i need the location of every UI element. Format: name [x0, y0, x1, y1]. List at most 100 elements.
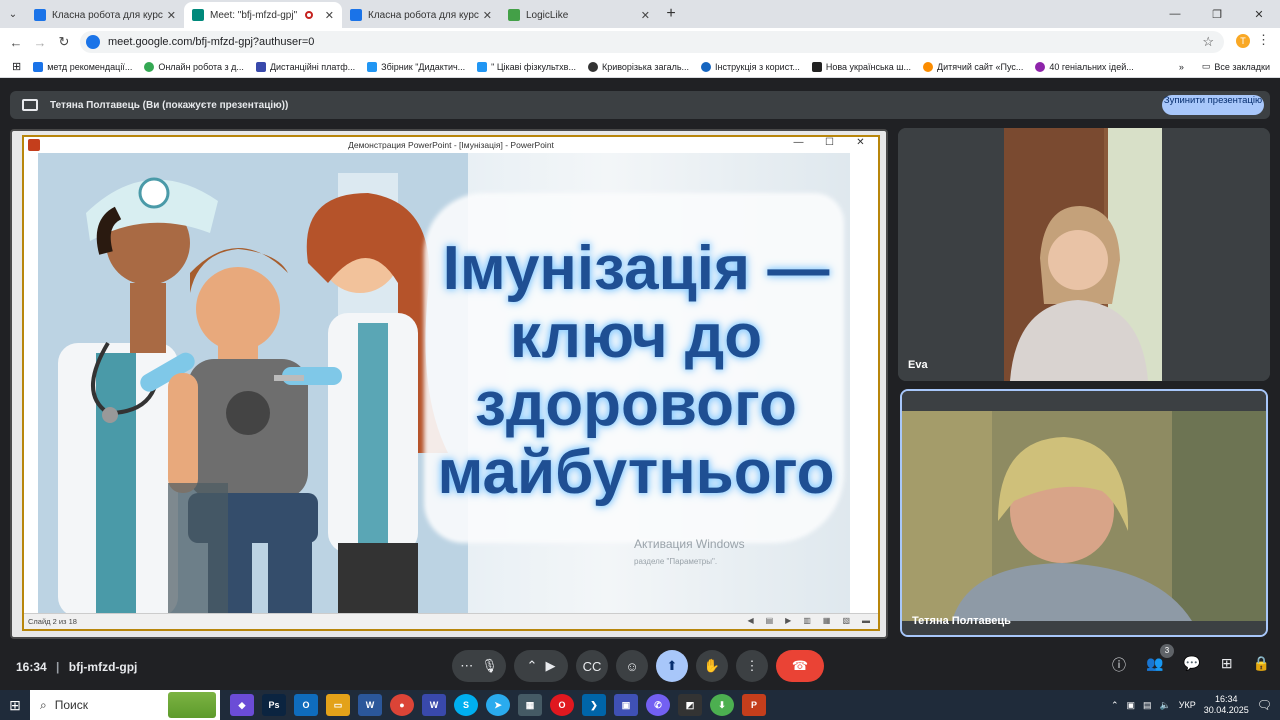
self-video: [902, 391, 1266, 635]
word-icon[interactable]: W: [358, 694, 382, 716]
presenting-label: Тетяна Полтавець (Ви (покажуєте презента…: [50, 99, 289, 111]
prev-slide-icon[interactable]: ◀: [747, 616, 753, 625]
tab-meet[interactable]: Meet: "bfj-mfzd-gpj" ✕: [184, 2, 342, 28]
reading-view-icon[interactable]: ▧: [842, 616, 850, 625]
clock[interactable]: 16:34 30.04.2025: [1204, 694, 1249, 716]
start-button[interactable]: ⊞: [0, 697, 30, 714]
side-panel-buttons: ⓘ 👥 💬 ⊞ 🔒: [1112, 655, 1270, 675]
restore-button[interactable]: ❐: [1196, 0, 1238, 28]
profile-avatar[interactable]: T: [1236, 34, 1250, 48]
browser-menu-icon[interactable]: ⋮: [1257, 32, 1270, 48]
chrome-icon[interactable]: ●: [390, 694, 414, 716]
close-icon[interactable]: ✕: [325, 9, 334, 22]
slideshow-view-icon[interactable]: ▬: [862, 616, 870, 625]
save-app-icon[interactable]: ▣: [614, 694, 638, 716]
ppt-titlebar: Демонстрация PowerPoint - [Імунізація] -…: [24, 137, 878, 153]
participant-tile-self[interactable]: Тетяна Полтавець: [900, 389, 1268, 637]
bookmark-item[interactable]: Онлайн робота з д...: [144, 61, 244, 72]
reload-button[interactable]: ↻: [52, 34, 76, 50]
present-screen-icon: [22, 99, 38, 111]
bookmark-item[interactable]: Інструкція з корист...: [701, 61, 800, 72]
more-options-button[interactable]: ⋮: [736, 650, 768, 682]
language-indicator[interactable]: УКР: [1179, 700, 1196, 710]
site-info-icon[interactable]: [86, 35, 100, 49]
photoshop-icon[interactable]: Ps: [262, 694, 286, 716]
meeting-details-icon[interactable]: ⓘ: [1112, 655, 1126, 675]
taskbar-search[interactable]: ⌕ Поиск: [30, 690, 220, 720]
tab-strip: ⌄ Класна робота для курсу "Ви ✕ Meet: "b…: [0, 0, 1280, 28]
meet-tray-icon[interactable]: ▣: [1127, 700, 1136, 711]
store-icon[interactable]: ▦: [518, 694, 542, 716]
apps-icon[interactable]: ⊞: [12, 60, 21, 73]
raise-hand-button[interactable]: ✋: [696, 650, 728, 682]
forward-button[interactable]: →: [28, 35, 52, 50]
present-button[interactable]: ⬆: [656, 650, 688, 682]
tab-search-button[interactable]: ⌄: [0, 0, 26, 28]
opera-icon[interactable]: O: [550, 694, 574, 716]
captions-button[interactable]: CC: [576, 650, 608, 682]
activities-icon[interactable]: ⊞: [1221, 655, 1233, 675]
close-icon[interactable]: ✕: [641, 9, 650, 22]
mosaic-icon[interactable]: ◩: [678, 694, 702, 716]
bookmark-item[interactable]: 40 геніальних ідей...: [1035, 61, 1134, 72]
all-bookmarks-link[interactable]: Все закладки: [1214, 62, 1270, 72]
host-controls-icon[interactable]: 🔒: [1253, 655, 1270, 675]
powerpoint-taskbar-icon[interactable]: P: [742, 694, 766, 716]
ppt-close-button[interactable]: ✕: [845, 137, 876, 148]
camera-button[interactable]: ⌃ ▶: [514, 650, 568, 682]
slide-title-line: майбутнього: [437, 438, 835, 507]
bookmark-item[interactable]: Криворізька загаль...: [587, 61, 689, 72]
tab-logiclike[interactable]: LogicLike ✕: [500, 2, 658, 28]
skype-icon[interactable]: S: [454, 694, 478, 716]
new-tab-button[interactable]: +: [658, 2, 684, 28]
tab-classroom-1[interactable]: Класна робота для курсу "Ви ✕: [26, 2, 184, 28]
hang-up-icon: ☎: [791, 658, 809, 673]
file-explorer-icon[interactable]: ▭: [326, 694, 350, 716]
bookmark-item[interactable]: Дитячий сайт «Пус...: [923, 61, 1023, 72]
viber-icon[interactable]: ✆: [646, 694, 670, 716]
participant-tile[interactable]: Eva: [898, 128, 1270, 381]
address-bar[interactable]: meet.google.com/bfj-mfzd-gpj?authuser=0: [80, 31, 1224, 53]
network-icon[interactable]: ▤: [1143, 700, 1152, 711]
bookmark-star-icon[interactable]: ☆: [1202, 34, 1214, 50]
sorter-view-icon[interactable]: ▦: [823, 616, 831, 625]
stop-presenting-button[interactable]: Зупинити презентацію: [1162, 95, 1264, 115]
green-app-icon[interactable]: ⬇: [710, 694, 734, 716]
telegram-icon[interactable]: ➤: [486, 694, 510, 716]
reactions-button[interactable]: ☺: [616, 650, 648, 682]
bookmark-item[interactable]: " Цікаві фізкультхв...: [477, 61, 576, 72]
copilot-icon[interactable]: ◆: [230, 694, 254, 716]
close-icon[interactable]: ✕: [167, 9, 176, 22]
microphone-button[interactable]: ⋯ 🎙: [452, 650, 506, 682]
url-text: meet.google.com/bfj-mfzd-gpj?authuser=0: [108, 36, 315, 48]
chat-icon[interactable]: 💬: [1183, 655, 1200, 675]
ppt-minimize-button[interactable]: —: [783, 137, 814, 148]
slide-menu-icon[interactable]: ▤: [766, 616, 774, 625]
present-screen-icon: ⬆: [666, 658, 678, 673]
ppt-maximize-button[interactable]: ☐: [814, 137, 845, 148]
classroom-icon: [350, 9, 362, 21]
close-icon[interactable]: ✕: [483, 9, 492, 22]
people-icon[interactable]: 👥: [1146, 655, 1163, 675]
tab-classroom-2[interactable]: Класна робота для курсу "Ви ✕: [342, 2, 500, 28]
bookmark-item[interactable]: Дистанційні платф...: [255, 61, 355, 72]
notifications-icon[interactable]: 🗨: [1257, 698, 1272, 712]
back-button[interactable]: ←: [4, 35, 28, 50]
vscode-icon[interactable]: ❯: [582, 694, 606, 716]
volume-icon[interactable]: 🔈: [1160, 700, 1171, 711]
outlook-icon[interactable]: O: [294, 694, 318, 716]
normal-view-icon[interactable]: ▥: [803, 616, 811, 625]
teams-classic-icon[interactable]: W: [422, 694, 446, 716]
tray-expand-icon[interactable]: ⌃: [1111, 700, 1119, 711]
next-slide-icon[interactable]: ▶: [785, 616, 791, 625]
bookmark-item[interactable]: метд рекомендації...: [33, 61, 132, 72]
watermark-title: Активация Windows: [634, 537, 745, 551]
close-window-button[interactable]: ✕: [1238, 0, 1280, 28]
leave-call-button[interactable]: ☎: [776, 650, 824, 682]
bookmarks-overflow-icon[interactable]: »: [1179, 62, 1184, 72]
hand-icon: ✋: [703, 658, 721, 673]
search-placeholder: Поиск: [54, 698, 88, 712]
bookmark-item[interactable]: Збірник "Дидактич...: [367, 61, 465, 72]
minimize-button[interactable]: —: [1154, 0, 1196, 28]
bookmark-item[interactable]: Нова українська ш...: [811, 61, 911, 72]
